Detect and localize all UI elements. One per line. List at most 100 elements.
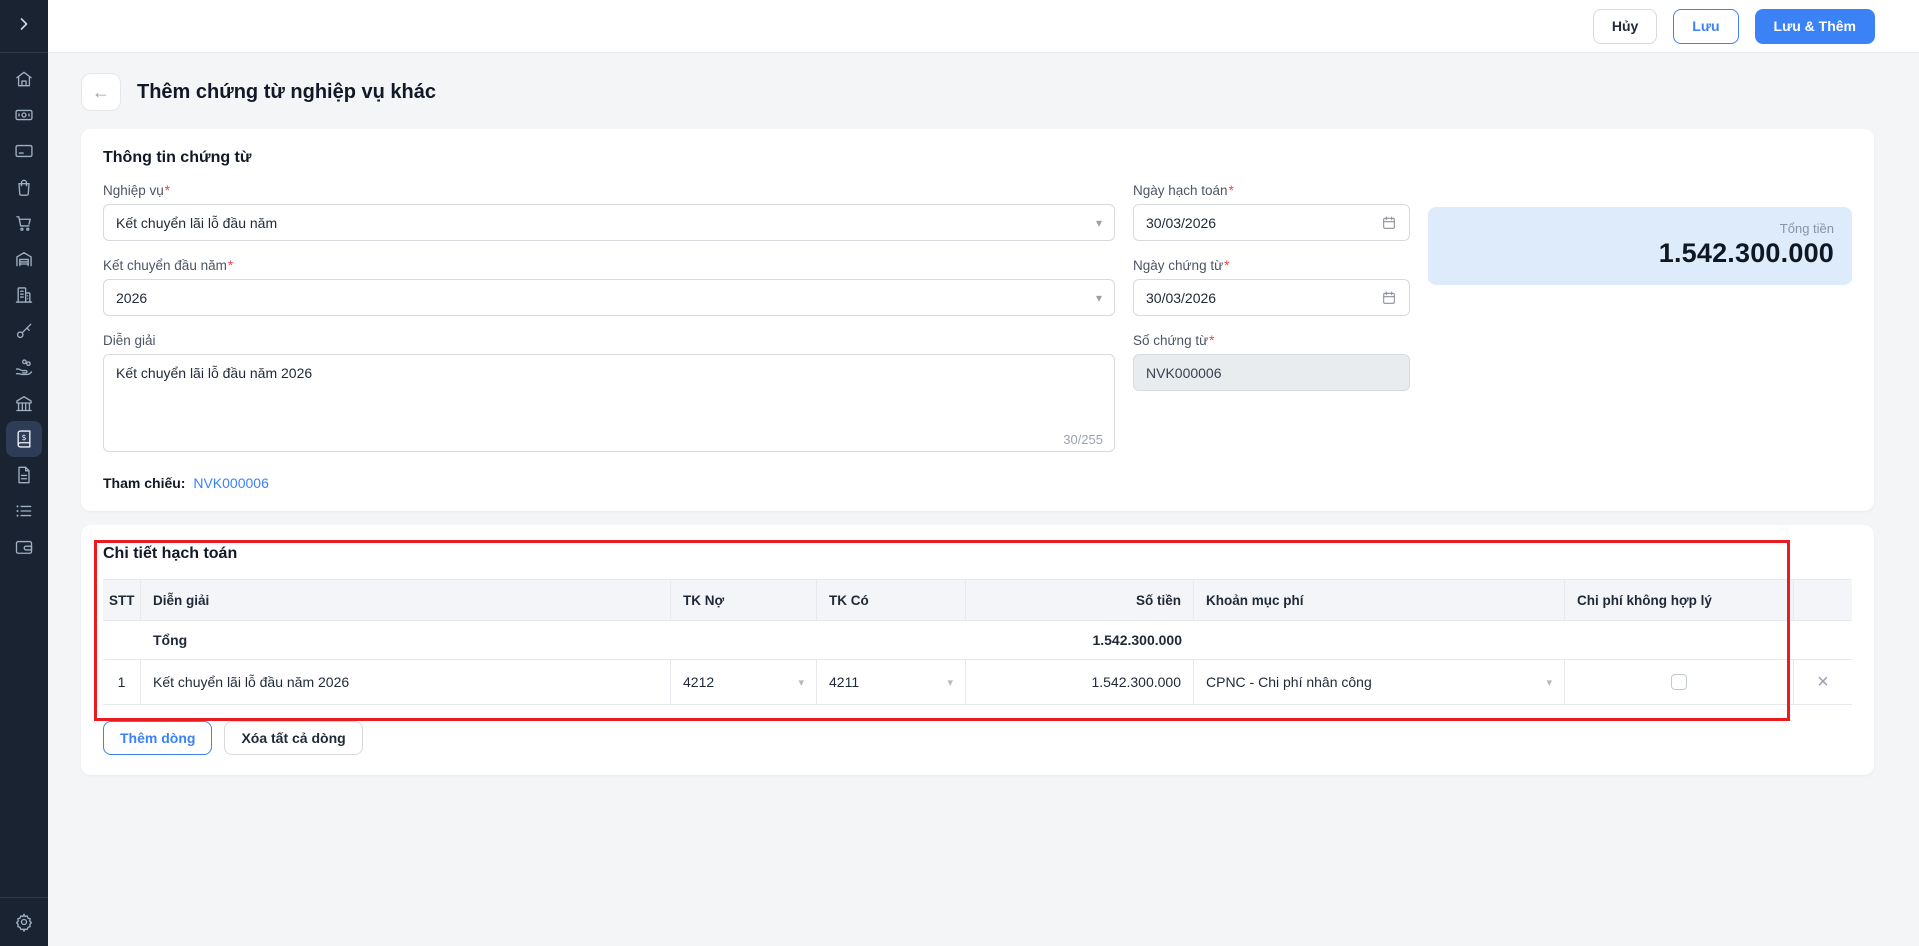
- sidebar-item-accounting-ledger[interactable]: $: [6, 421, 42, 457]
- wallet-icon: [15, 540, 33, 554]
- arrow-left-icon: ←: [92, 81, 110, 102]
- ngay-chung-tu-input[interactable]: 30/03/2026: [1133, 279, 1410, 316]
- sidebar-item-shopping-cart[interactable]: [6, 205, 42, 241]
- so-chung-tu-label: Số chứng từ*: [1133, 333, 1215, 348]
- row-invalid-expense-checkbox[interactable]: [1671, 674, 1687, 690]
- gear-icon: [15, 913, 33, 932]
- ledger-book-icon: $: [17, 430, 31, 448]
- sidebar-item-warehouse[interactable]: [6, 241, 42, 277]
- ngay-chung-tu-value: 30/03/2026: [1146, 289, 1217, 306]
- sidebar-expand-button[interactable]: [6, 8, 42, 44]
- row-amount-input[interactable]: 1.542.300.000: [966, 660, 1194, 704]
- home-icon: [16, 71, 32, 87]
- column-header-dien-giai: Diễn giải: [141, 580, 671, 620]
- column-header-chi-phi-khong-hop-ly: Chi phí không hợp lý: [1565, 580, 1794, 620]
- column-header-tk-no: TK Nợ: [671, 580, 817, 620]
- nghiep-vu-select[interactable]: Kết chuyển lãi lỗ đầu năm: [103, 204, 1115, 241]
- sidebar-item-home[interactable]: [6, 61, 42, 97]
- close-icon: ×: [1817, 671, 1829, 693]
- sidebar-item-settings[interactable]: [6, 904, 42, 940]
- row-stt: 1: [103, 660, 141, 704]
- row-tk-co-select[interactable]: 4211: [817, 660, 966, 704]
- sidebar-item-credit-card[interactable]: [6, 133, 42, 169]
- row-expense-item-value: CPNC - Chi phí nhân công: [1206, 674, 1372, 690]
- hand-coins-icon: [15, 359, 33, 376]
- reference-link[interactable]: NVK000006: [193, 475, 269, 491]
- column-header-so-tien: Số tiền: [966, 580, 1194, 620]
- nghiep-vu-label: Nghiệp vụ*: [103, 183, 171, 198]
- page-title: Thêm chứng từ nghiệp vụ khác: [137, 80, 436, 103]
- sidebar-item-document[interactable]: [6, 457, 42, 493]
- ngay-hach-toan-value: 30/03/2026: [1146, 214, 1217, 231]
- sidebar-item-hand-coins[interactable]: [6, 349, 42, 385]
- reference-label: Tham chiếu:: [103, 475, 186, 491]
- credit-card-icon: [15, 144, 33, 158]
- document-info-title: Thông tin chứng từ: [103, 149, 252, 166]
- column-header-tk-co: TK Có: [817, 580, 966, 620]
- total-amount-label: Tổng tiền: [1779, 221, 1834, 236]
- row-tk-no-select[interactable]: 4212: [671, 660, 817, 704]
- total-amount-value: 1.542.300.000: [1658, 238, 1834, 268]
- sidebar-item-shopping-bag[interactable]: [6, 169, 42, 205]
- shopping-bag-icon: [18, 179, 30, 196]
- bank-icon: [16, 396, 32, 412]
- save-and-add-button[interactable]: Lưu & Thêm: [1754, 8, 1875, 44]
- required-mark: *: [1209, 333, 1215, 348]
- sidebar-item-banknote[interactable]: [6, 97, 42, 133]
- document-info-card: Thông tin chứng từ Nghiệp vụ* Kết chuyển…: [81, 129, 1874, 511]
- sidebar-item-list[interactable]: [6, 493, 42, 529]
- document-icon: [18, 466, 30, 484]
- ngay-hach-toan-input[interactable]: 30/03/2026: [1133, 204, 1410, 241]
- reference-row: Tham chiếu: NVK000006: [103, 475, 1852, 491]
- ngay-chung-tu-label: Ngày chứng từ*: [1133, 258, 1230, 273]
- detail-table: STT Diễn giải TK Nợ TK Có Số tiền Khoản …: [103, 579, 1852, 705]
- back-button[interactable]: ←: [81, 73, 121, 111]
- sidebar: $: [0, 0, 48, 946]
- page-content: ← Thêm chứng từ nghiệp vụ khác Thông tin…: [48, 53, 1919, 946]
- total-amount-box: Tổng tiền 1.542.300.000: [1428, 207, 1852, 285]
- calendar-icon[interactable]: [1381, 290, 1397, 306]
- warehouse-icon: [16, 252, 32, 267]
- row-tk-no-value: 4212: [683, 674, 715, 690]
- sidebar-item-bank[interactable]: [6, 385, 42, 421]
- banknote-icon: [15, 109, 33, 121]
- sidebar-item-wallet[interactable]: [6, 529, 42, 565]
- required-mark: *: [164, 183, 171, 198]
- calendar-icon[interactable]: [1381, 215, 1397, 231]
- app-window: $ Hủy Lưu Lưu & Thêm ← Thêm chứng từ ngh…: [0, 0, 1919, 946]
- total-row-label: Tổng: [153, 632, 188, 648]
- sidebar-item-office-building[interactable]: [6, 277, 42, 313]
- required-mark: *: [227, 258, 234, 273]
- sidebar-item-tools[interactable]: [6, 313, 42, 349]
- dien-giai-textarea[interactable]: Kết chuyển lãi lỗ đầu năm 2026: [103, 354, 1115, 452]
- nghiep-vu-value: Kết chuyển lãi lỗ đầu năm: [116, 214, 278, 231]
- column-header-stt: STT: [103, 580, 141, 620]
- save-button[interactable]: Lưu: [1673, 8, 1739, 44]
- list-icon: [16, 505, 32, 517]
- delete-all-rows-button[interactable]: Xóa tất cả dòng: [224, 721, 363, 755]
- character-counter: 30/255: [1063, 432, 1103, 447]
- main-area: Hủy Lưu Lưu & Thêm ← Thêm chứng từ nghiệ…: [48, 0, 1919, 946]
- row-expense-item-select[interactable]: CPNC - Chi phí nhân công: [1194, 660, 1565, 704]
- so-chung-tu-input[interactable]: [1133, 354, 1410, 391]
- accounting-detail-card: Chi tiết hạch toán STT Diễn giải TK Nợ T…: [81, 525, 1874, 775]
- ket-chuyen-dau-nam-select[interactable]: 2026: [103, 279, 1115, 316]
- column-header-actions: [1794, 580, 1852, 620]
- row-delete-button[interactable]: ×: [1817, 672, 1829, 692]
- shopping-cart-icon: [16, 216, 31, 231]
- chevron-right-icon: [14, 14, 34, 39]
- key-tools-icon: [16, 323, 32, 339]
- row-description-input[interactable]: Kết chuyển lãi lỗ đầu năm 2026: [141, 660, 671, 704]
- required-mark: *: [1224, 258, 1230, 273]
- table-header-row: STT Diễn giải TK Nợ TK Có Số tiền Khoản …: [103, 579, 1852, 621]
- add-row-button[interactable]: Thêm dòng: [103, 721, 213, 755]
- column-header-khoan-muc-phi: Khoản mục phí: [1194, 580, 1565, 620]
- table-total-row: Tổng 1.542.300.000: [103, 621, 1852, 660]
- dien-giai-label: Diễn giải: [103, 333, 156, 348]
- row-tk-co-value: 4211: [829, 674, 860, 690]
- ket-chuyen-dau-nam-value: 2026: [116, 289, 148, 306]
- office-building-icon: [15, 287, 33, 303]
- total-row-amount: 1.542.300.000: [1092, 632, 1182, 648]
- table-row: 1 Kết chuyển lãi lỗ đầu năm 2026 4212 42…: [103, 660, 1852, 705]
- cancel-button[interactable]: Hủy: [1592, 8, 1658, 44]
